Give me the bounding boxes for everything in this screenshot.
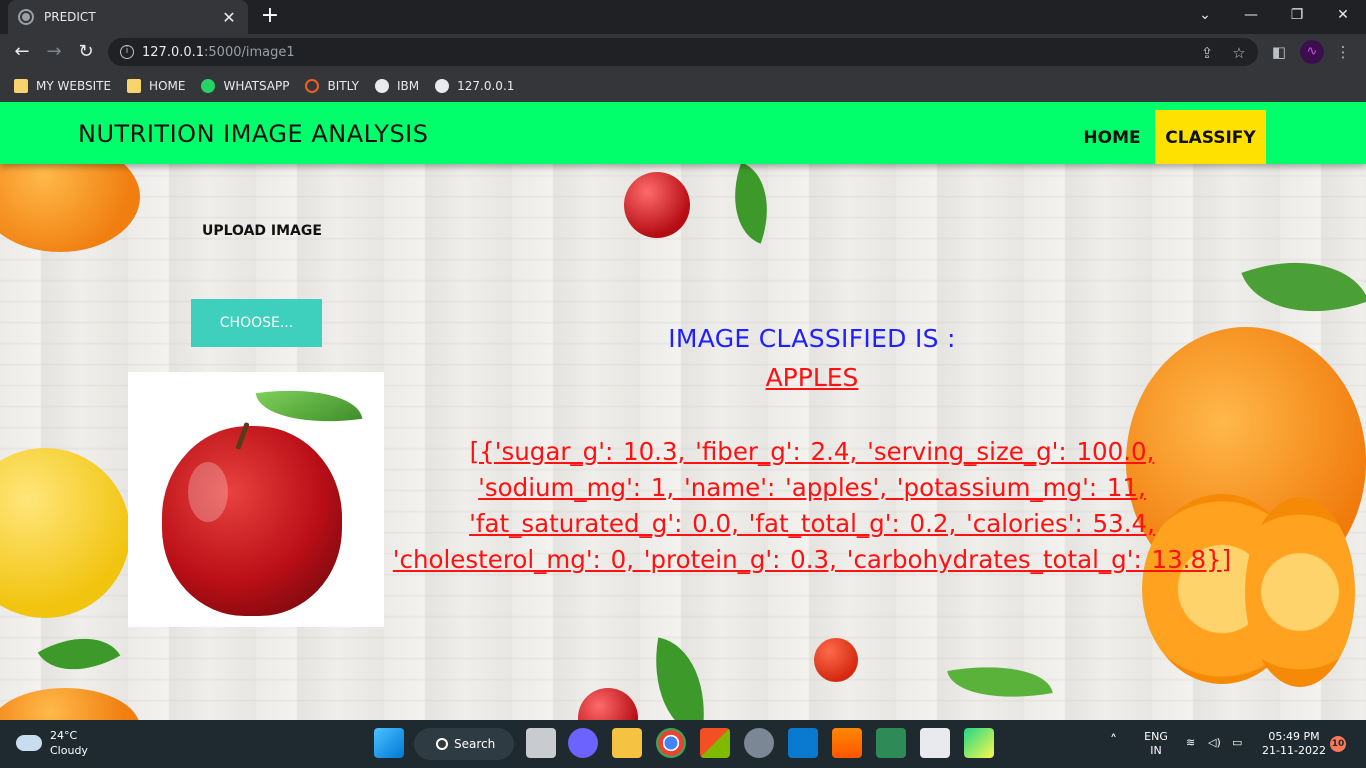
weather-widget[interactable]: 24°C Cloudy <box>16 728 88 758</box>
browser-tabbar: PREDICT ✕ + ⌄ — ❐ ✕ <box>0 0 1366 34</box>
tab-search-icon[interactable]: ⌄ <box>1182 0 1228 30</box>
task-view-icon[interactable] <box>526 728 556 758</box>
clock-time: 05:49 PM <box>1268 730 1320 743</box>
bookmark-label: 127.0.0.1 <box>457 79 515 93</box>
file-explorer-icon[interactable] <box>612 728 642 758</box>
folder-icon <box>127 79 142 93</box>
nav-home-link[interactable]: HOME <box>1072 110 1152 164</box>
bookmark-ibm[interactable]: IBM <box>375 79 419 93</box>
reload-icon[interactable]: ↻ <box>74 40 98 64</box>
choose-file-button[interactable]: CHOOSE... <box>191 299 322 347</box>
notification-badge[interactable]: 10 <box>1330 736 1346 752</box>
bookmark-label: MY WEBSITE <box>36 79 112 93</box>
minimize-button[interactable]: — <box>1228 0 1274 30</box>
forward-icon[interactable]: → <box>42 40 66 64</box>
bookmark-star-icon[interactable]: ☆ <box>1230 44 1248 62</box>
microsoft-store-icon[interactable] <box>700 728 730 758</box>
page-content: NUTRITION IMAGE ANALYSIS HOME CLASSIFY U… <box>0 102 1366 720</box>
whatsapp-icon <box>201 79 216 93</box>
classified-label: APPLES <box>765 363 859 392</box>
folder-icon <box>14 79 28 93</box>
apple-highlight <box>188 462 228 522</box>
pycharm-icon[interactable] <box>964 728 994 758</box>
bookmark-label: HOME <box>149 79 186 93</box>
restore-button[interactable]: ❐ <box>1274 0 1320 30</box>
bookmark-label: BITLY <box>327 79 360 93</box>
clock[interactable]: 05:49 PM 21-11-2022 <box>1262 730 1326 758</box>
image-preview <box>128 372 384 627</box>
taskbar: 24°C Cloudy Search ˄ ENG IN ≋ ◁) ▭ 05:49… <box>0 720 1366 768</box>
site-info-icon[interactable]: i <box>120 45 134 59</box>
orange-slice-decoration <box>1245 497 1355 687</box>
notepad-plus-icon[interactable] <box>876 728 906 758</box>
bitly-icon <box>305 79 320 93</box>
vscode-icon[interactable] <box>788 728 818 758</box>
weather-condition: Cloudy <box>50 744 88 757</box>
bookmark-my-website[interactable]: MY WEBSITE <box>14 79 111 93</box>
start-icon[interactable] <box>374 728 404 758</box>
search-label: Search <box>454 737 496 751</box>
site-brand[interactable]: NUTRITION IMAGE ANALYSIS <box>78 120 429 148</box>
bookmark-whatsapp[interactable]: WHATSAPP <box>201 79 289 93</box>
volume-icon[interactable]: ◁) <box>1208 736 1221 750</box>
wifi-icon[interactable]: ≋ <box>1186 736 1195 750</box>
settings-gear-icon[interactable] <box>744 728 774 758</box>
browser-tab[interactable]: PREDICT ✕ <box>8 0 248 34</box>
classification-result: IMAGE CLASSIFIED IS : APPLES [{'sugar_g'… <box>386 324 1238 578</box>
url-bar[interactable]: i 127.0.0.1 :5000/image1 ⇪ ☆ <box>108 38 1258 66</box>
upload-image-label: UPLOAD IMAGE <box>202 223 322 239</box>
language-indicator[interactable]: ENG IN <box>1140 730 1172 758</box>
bookmark-label: WHATSAPP <box>223 79 290 93</box>
battery-icon[interactable]: ▭ <box>1232 736 1242 750</box>
cherry-decoration <box>624 172 690 238</box>
globe-icon <box>375 79 390 93</box>
close-window-button[interactable]: ✕ <box>1320 0 1366 30</box>
cloud-icon <box>16 735 42 751</box>
temperature: 24°C <box>50 729 78 742</box>
profile-avatar[interactable]: ∿ <box>1300 40 1324 64</box>
side-panel-icon[interactable]: ◧ <box>1270 43 1288 61</box>
teams-chat-icon[interactable] <box>568 728 598 758</box>
language-code: ENG <box>1144 730 1168 743</box>
bookmark-label: IBM <box>397 79 420 93</box>
apple-leaf-graphic <box>255 379 363 433</box>
snipping-tool-icon[interactable] <box>920 728 950 758</box>
url-host: 127.0.0.1 <box>142 44 205 60</box>
search-icon <box>436 738 448 750</box>
address-toolbar: ← → ↻ i 127.0.0.1 :5000/image1 ⇪ ☆ ◧ ∿ ⋮ <box>0 34 1366 70</box>
nav-classify-link[interactable]: CLASSIFY <box>1155 110 1266 164</box>
chrome-icon[interactable] <box>656 728 686 758</box>
region-code: IN <box>1150 744 1162 757</box>
nutrition-data: [{'sugar_g': 10.3, 'fiber_g': 2.4, 'serv… <box>392 437 1232 574</box>
globe-icon <box>18 9 34 25</box>
result-heading: IMAGE CLASSIFIED IS : <box>668 324 956 353</box>
berry-decoration <box>814 638 858 682</box>
tray-overflow-icon[interactable]: ˄ <box>1110 734 1117 748</box>
new-tab-button[interactable]: + <box>258 4 282 28</box>
tab-title: PREDICT <box>44 10 96 24</box>
vlc-icon[interactable] <box>832 728 862 758</box>
back-icon[interactable]: ← <box>10 40 34 64</box>
bookmark-home[interactable]: HOME <box>127 79 185 93</box>
bookmark-bitly[interactable]: BITLY <box>305 79 359 93</box>
globe-icon <box>435 79 450 93</box>
url-path: :5000/image1 <box>204 44 295 60</box>
tab-close-button[interactable]: ✕ <box>220 8 238 27</box>
clock-date: 21-11-2022 <box>1262 744 1326 757</box>
site-navbar: NUTRITION IMAGE ANALYSIS HOME CLASSIFY <box>0 102 1366 164</box>
bookmark-localhost[interactable]: 127.0.0.1 <box>435 79 514 93</box>
taskbar-search[interactable]: Search <box>414 728 514 760</box>
apple-graphic <box>162 426 342 616</box>
bookmarks-bar: MY WEBSITE HOME WHATSAPP BITLY IBM 127.0… <box>0 70 1366 102</box>
share-icon[interactable]: ⇪ <box>1198 44 1216 62</box>
menu-icon[interactable]: ⋮ <box>1334 43 1352 61</box>
